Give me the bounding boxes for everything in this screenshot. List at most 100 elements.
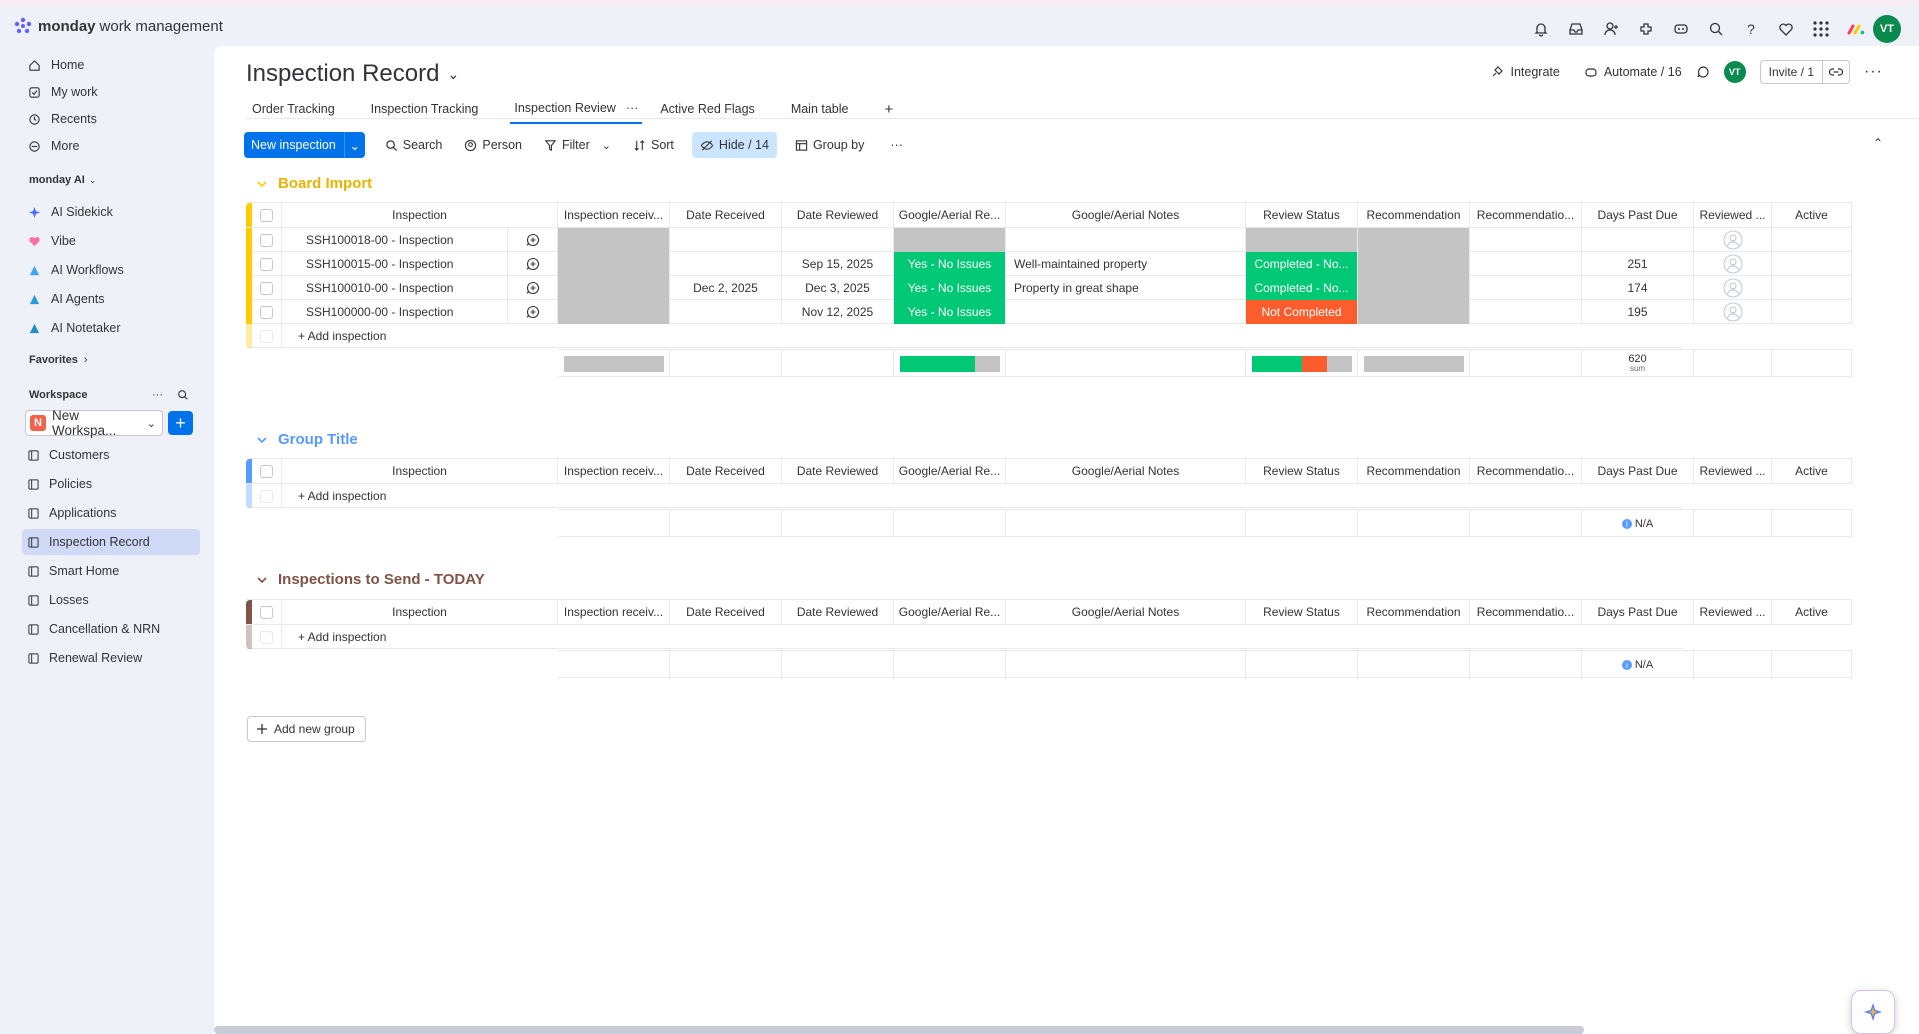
date-received-cell[interactable] (670, 228, 782, 252)
workspace-options-icon[interactable]: ··· (152, 389, 163, 401)
tab-inspection-review[interactable]: Inspection Review ··· (510, 94, 643, 124)
group-title-board-import[interactable]: Board Import (256, 175, 372, 192)
date-reviewed-cell[interactable]: Nov 12, 2025 (782, 300, 894, 324)
reviewed-by-cell[interactable] (1694, 276, 1772, 300)
column-header[interactable]: Recommendation (1358, 203, 1470, 227)
date-reviewed-cell[interactable]: Sep 15, 2025 (782, 252, 894, 276)
tab-options-icon[interactable]: ··· (626, 101, 639, 115)
ai-sidekick-button[interactable] (1851, 990, 1895, 1034)
new-item-button[interactable]: New inspection ⌄ (244, 132, 365, 158)
inbox-icon[interactable] (1558, 14, 1593, 44)
table-row[interactable]: SSH100018-00 - Inspection (246, 228, 1852, 252)
column-header[interactable]: Date Received (670, 459, 782, 483)
google-aerial-status-cell[interactable] (894, 228, 1006, 252)
table-row[interactable]: SSH100015-00 - Inspection Sep 15, 2025 Yes… (246, 252, 1852, 276)
ai-section-header[interactable]: monday AI ⌄ (29, 174, 96, 186)
column-header[interactable]: Google/Aerial Re... (894, 600, 1006, 624)
item-name[interactable]: SSH100018-00 - Inspection (306, 233, 507, 247)
column-header[interactable]: Date Reviewed (782, 459, 894, 483)
review-status-cell[interactable]: Completed - No... (1246, 276, 1358, 300)
group-title-group-title[interactable]: Group Title (256, 431, 358, 448)
checkbox[interactable] (260, 257, 273, 271)
item-name[interactable]: SSH100000-00 - Inspection (306, 305, 507, 319)
column-header[interactable]: Inspection (282, 203, 558, 227)
column-header[interactable]: Date Reviewed (782, 600, 894, 624)
column-header[interactable]: Review Status (1246, 600, 1358, 624)
monday-products-icon[interactable] (1838, 14, 1873, 44)
column-header[interactable]: Days Past Due (1582, 203, 1694, 227)
date-received-cell[interactable] (670, 300, 782, 324)
date-reviewed-cell[interactable] (782, 228, 894, 252)
add-item-button[interactable]: + (168, 411, 193, 435)
sidebar-item-home[interactable]: Home (22, 52, 200, 78)
empty-person-icon[interactable] (1723, 278, 1743, 298)
google-aerial-notes-cell[interactable] (1006, 300, 1246, 324)
add-item-row[interactable]: + Add inspection (246, 484, 1682, 508)
inspection-received-cell[interactable] (558, 252, 670, 276)
sidebar-item-more[interactable]: More (22, 133, 200, 159)
days-past-due-cell[interactable]: 251 (1582, 252, 1694, 276)
chevron-down-icon[interactable]: ⌄ (602, 139, 611, 152)
search-icon[interactable] (177, 389, 189, 401)
column-header[interactable]: Google/Aerial Re... (894, 203, 1006, 227)
item-name[interactable]: SSH100010-00 - Inspection (306, 281, 507, 295)
column-header[interactable]: Recommendatio... (1470, 600, 1582, 624)
google-aerial-status-cell[interactable]: Yes - No Issues (894, 252, 1006, 276)
column-header[interactable]: Google/Aerial Notes (1006, 459, 1246, 483)
chevron-down-icon[interactable] (256, 434, 268, 446)
favorites-header[interactable]: Favorites › (29, 354, 88, 366)
add-item-input[interactable]: + Add inspection (282, 625, 1682, 649)
add-update-icon[interactable] (507, 228, 557, 252)
column-header[interactable]: Active (1772, 203, 1852, 227)
row-checkbox[interactable] (252, 228, 282, 252)
google-aerial-notes-cell[interactable]: Property in great shape (1006, 276, 1246, 300)
info-icon[interactable]: i (1621, 519, 1632, 529)
recommendation-2-cell[interactable] (1470, 252, 1582, 276)
add-update-icon[interactable] (507, 300, 557, 324)
notifications-bell-icon[interactable] (1523, 14, 1558, 44)
sidebar-board-applications[interactable]: Applications (22, 500, 200, 526)
active-cell[interactable] (1772, 276, 1852, 300)
column-header[interactable]: Review Status (1246, 459, 1358, 483)
column-header[interactable]: Days Past Due (1582, 459, 1694, 483)
automate-button[interactable]: Automate / 16 (1584, 65, 1682, 79)
add-item-input[interactable]: + Add inspection (282, 324, 1682, 348)
active-cell[interactable] (1772, 228, 1852, 252)
horizontal-scrollbar[interactable] (214, 1026, 1584, 1034)
row-checkbox[interactable] (252, 252, 282, 276)
info-icon[interactable]: i (1621, 660, 1632, 670)
checkbox[interactable] (260, 208, 273, 222)
recommendation-cell[interactable] (1358, 276, 1470, 300)
sidebar-board-cancellation-nrn[interactable]: Cancellation & NRN (22, 616, 200, 642)
invite-button[interactable]: Invite / 1 (1759, 60, 1824, 84)
sidebar-item-vibe[interactable]: Vibe (22, 228, 200, 254)
reviewed-by-cell[interactable] (1694, 300, 1772, 324)
checkbox[interactable] (260, 605, 273, 619)
inspection-received-cell[interactable] (558, 228, 670, 252)
tab-main-table[interactable]: Main table (791, 94, 867, 124)
item-name-cell[interactable]: SSH100018-00 - Inspection (282, 228, 558, 252)
column-header[interactable]: Inspection receiv... (558, 600, 670, 624)
item-name-cell[interactable]: SSH100000-00 - Inspection (282, 300, 558, 324)
checkbox[interactable] (260, 281, 273, 295)
column-header[interactable]: Days Past Due (1582, 600, 1694, 624)
recommendation-2-cell[interactable] (1470, 276, 1582, 300)
recommendation-2-cell[interactable] (1470, 228, 1582, 252)
column-header[interactable]: Inspection receiv... (558, 203, 670, 227)
select-all-checkbox[interactable] (252, 600, 282, 624)
reviewed-by-cell[interactable] (1694, 252, 1772, 276)
recommendation-cell[interactable] (1358, 252, 1470, 276)
checkbox[interactable] (260, 464, 273, 478)
empty-person-icon[interactable] (1723, 254, 1743, 274)
hide-columns-button[interactable]: Hide / 14 (691, 132, 777, 158)
copy-link-icon[interactable] (1823, 60, 1851, 84)
workspace-selector[interactable]: N New Workspa... ⌄ (25, 408, 163, 438)
date-received-cell[interactable]: Dec 2, 2025 (670, 276, 782, 300)
column-header[interactable]: Reviewed ... (1694, 203, 1772, 227)
column-header[interactable]: Reviewed ... (1694, 600, 1772, 624)
board-chat-icon[interactable] (1696, 65, 1710, 79)
add-item-row[interactable]: + Add inspection (246, 625, 1682, 649)
checkbox[interactable] (260, 305, 273, 319)
recommendation-cell[interactable] (1358, 228, 1470, 252)
column-header[interactable]: Reviewed ... (1694, 459, 1772, 483)
